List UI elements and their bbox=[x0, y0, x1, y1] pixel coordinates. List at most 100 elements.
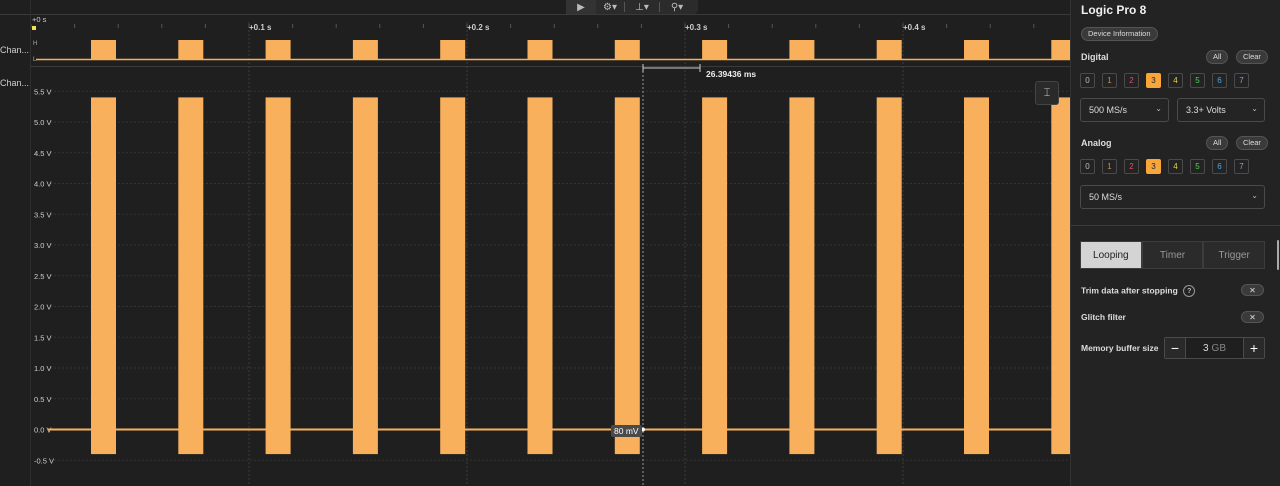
voltage-tick-label: -0.5 V bbox=[34, 456, 54, 465]
device-information-button[interactable]: Device Information bbox=[1081, 27, 1158, 41]
section-divider bbox=[1071, 225, 1280, 226]
digital-channel-0[interactable]: 0 bbox=[1080, 73, 1095, 88]
waveform-canvas[interactable]: +0 s+0.1 s+0.2 s+0.3 s+0.4 s+0.5 s5.5 V5… bbox=[0, 0, 1070, 486]
analog-channel-7[interactable]: 7 bbox=[1234, 159, 1249, 174]
voltage-tick-label: 4.0 V bbox=[34, 180, 52, 189]
tab-trigger[interactable]: Trigger bbox=[1203, 241, 1266, 269]
analog-channel-4[interactable]: 4 bbox=[1168, 159, 1183, 174]
analog-pulse bbox=[352, 97, 378, 455]
analog-channel-0[interactable]: 0 bbox=[1080, 159, 1095, 174]
voltage-tick-label: 1.5 V bbox=[34, 333, 52, 342]
tab-looping[interactable]: Looping bbox=[1080, 241, 1142, 269]
cursor-point bbox=[641, 427, 645, 432]
digital-channel-2[interactable]: 2 bbox=[1124, 73, 1139, 88]
digital-pulse bbox=[440, 40, 466, 60]
digital-pulse bbox=[265, 40, 291, 60]
analog-pulse bbox=[178, 97, 204, 455]
analog-sample-rate-value: 50 MS/s bbox=[1089, 192, 1123, 202]
channel-label-digital[interactable]: Chan... bbox=[0, 45, 29, 55]
analog-pulse bbox=[91, 97, 116, 455]
digital-clear-button[interactable]: Clear bbox=[1236, 50, 1268, 64]
digital-pulse bbox=[178, 40, 204, 60]
digital-channel-5[interactable]: 5 bbox=[1190, 73, 1205, 88]
trim-data-label: Trim data after stopping bbox=[1081, 285, 1178, 296]
analog-sample-rate-select[interactable]: 50 MS/s ⌄ bbox=[1080, 185, 1265, 209]
voltage-tick-label: 2.5 V bbox=[34, 272, 52, 281]
digital-voltage-value: 3.3+ Volts bbox=[1186, 105, 1226, 115]
analog-channel-1[interactable]: 1 bbox=[1102, 159, 1117, 174]
voltage-tick-label: 4.5 V bbox=[34, 149, 52, 158]
timeline-origin-label: +0 s bbox=[32, 15, 47, 24]
digital-channel-4[interactable]: 4 bbox=[1168, 73, 1183, 88]
time-tick-label: +0.3 s bbox=[685, 23, 708, 32]
memory-buffer-number: 3 bbox=[1202, 342, 1209, 354]
panel-scrollbar[interactable] bbox=[1277, 240, 1279, 270]
memory-buffer-value[interactable]: 3 GB bbox=[1185, 338, 1244, 358]
memory-buffer-stepper: − 3 GB + bbox=[1164, 337, 1265, 359]
analog-pulse bbox=[876, 97, 902, 455]
digital-channel-3[interactable]: 3 bbox=[1146, 73, 1161, 88]
trim-data-toggle[interactable]: ✕ bbox=[1241, 284, 1264, 296]
digital-section-label: Digital bbox=[1081, 52, 1109, 62]
digital-all-button[interactable]: All bbox=[1206, 50, 1229, 64]
trim-data-option: Trim data after stopping ? bbox=[1081, 285, 1196, 297]
voltage-tick-label: 3.0 V bbox=[34, 241, 52, 250]
capture-toolbar: ▶ ⚙▾ ⊥▾ ⚲▾ bbox=[566, 0, 698, 14]
zoom-fit-icon[interactable]: ⌶ bbox=[1035, 81, 1059, 105]
digital-pulse bbox=[352, 40, 378, 60]
analog-pulse bbox=[702, 97, 728, 455]
decrement-button[interactable]: − bbox=[1165, 338, 1185, 358]
voltage-tick-label: 3.5 V bbox=[34, 210, 52, 219]
digital-pulse bbox=[91, 40, 116, 60]
channel-label-column: Chan... Chan... bbox=[0, 0, 31, 486]
time-tick-label: +0.2 s bbox=[467, 23, 490, 32]
digital-channel-row: 01234567 bbox=[1080, 73, 1249, 88]
digital-sample-rate-select[interactable]: 500 MS/s ⌄ bbox=[1080, 98, 1169, 122]
analog-channel-3[interactable]: 3 bbox=[1146, 159, 1161, 174]
time-tick-label: +0.4 s bbox=[903, 23, 926, 32]
voltage-tick-label: 2.0 V bbox=[34, 303, 52, 312]
device-settings-panel: Logic Pro 8 Device Information Digital A… bbox=[1070, 0, 1280, 486]
digital-voltage-select[interactable]: 3.3+ Volts ⌄ bbox=[1177, 98, 1265, 122]
tab-timer[interactable]: Timer bbox=[1141, 241, 1204, 269]
chevron-down-icon: ⌄ bbox=[1251, 191, 1258, 200]
device-title: Logic Pro 8 bbox=[1081, 3, 1147, 17]
voltage-tick-label: 0.5 V bbox=[34, 395, 52, 404]
digital-pulse bbox=[1051, 40, 1070, 60]
analog-pulse bbox=[789, 97, 815, 455]
digital-pulse bbox=[702, 40, 728, 60]
increment-button[interactable]: + bbox=[1244, 338, 1264, 358]
analog-clear-button[interactable]: Clear bbox=[1236, 136, 1268, 150]
time-tick-label: +0.1 s bbox=[249, 23, 272, 32]
capture-mode-tabs: Looping Timer Trigger bbox=[1080, 241, 1266, 269]
digital-high-marker: H bbox=[33, 41, 37, 47]
digital-pulse bbox=[876, 40, 902, 60]
analog-pulse bbox=[614, 97, 640, 455]
help-icon[interactable]: ? bbox=[1183, 285, 1196, 297]
play-icon[interactable]: ▶ bbox=[566, 0, 596, 14]
digital-channel-7[interactable]: 7 bbox=[1234, 73, 1249, 88]
analog-all-button[interactable]: All bbox=[1206, 136, 1229, 150]
marker-icon[interactable]: ⚲▾ bbox=[660, 0, 694, 14]
analog-channel-6[interactable]: 6 bbox=[1212, 159, 1227, 174]
analog-channel-2[interactable]: 2 bbox=[1124, 159, 1139, 174]
analog-channel-row: 01234567 bbox=[1080, 159, 1249, 174]
measure-icon[interactable]: ⊥▾ bbox=[625, 0, 659, 14]
waveform-area[interactable]: +0 s+0.1 s+0.2 s+0.3 s+0.4 s+0.5 s5.5 V5… bbox=[0, 0, 1070, 486]
timeline-origin-marker bbox=[32, 26, 36, 30]
chevron-down-icon: ⌄ bbox=[1251, 104, 1258, 113]
memory-buffer-label: Memory buffer size bbox=[1081, 343, 1159, 353]
analog-pulse bbox=[265, 97, 291, 455]
glitch-filter-toggle[interactable]: ✕ bbox=[1241, 311, 1264, 323]
digital-pulse bbox=[789, 40, 815, 60]
analog-channel-5[interactable]: 5 bbox=[1190, 159, 1205, 174]
digital-channel-1[interactable]: 1 bbox=[1102, 73, 1117, 88]
glitch-filter-label: Glitch filter bbox=[1081, 312, 1126, 322]
digital-channel-6[interactable]: 6 bbox=[1212, 73, 1227, 88]
settings-icon[interactable]: ⚙▾ bbox=[596, 0, 624, 14]
voltage-tick-label: 1.0 V bbox=[34, 364, 52, 373]
voltage-tick-label: 5.0 V bbox=[34, 118, 52, 127]
voltage-tick-label: 5.5 V bbox=[34, 87, 52, 96]
channel-label-analog[interactable]: Chan... bbox=[0, 78, 29, 88]
analog-pulse bbox=[527, 97, 553, 455]
